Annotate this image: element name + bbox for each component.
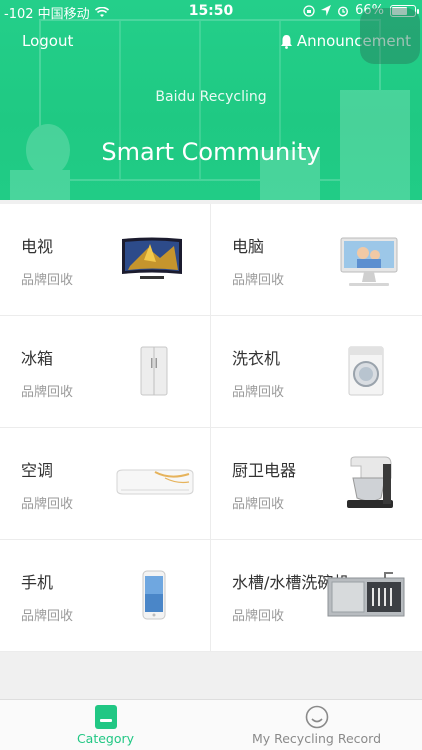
washing-machine-icon (348, 346, 384, 396)
category-subtitle: 品牌回收 (232, 609, 285, 624)
category-item-sink-dishwasher[interactable]: 水槽/水槽洗碗机 品牌回收 (211, 540, 422, 652)
category-item-tv[interactable]: 电视 品牌回收 (0, 204, 211, 316)
location-icon (321, 5, 332, 16)
header-banner: -102 中国移动 15:50 66% Logout Announcement … (0, 0, 422, 200)
category-name: 冰箱 (21, 349, 54, 368)
category-subtitle: 品牌回收 (232, 273, 285, 288)
bell-icon (280, 34, 292, 49)
category-name: 电脑 (232, 237, 265, 256)
category-name: 洗衣机 (232, 349, 281, 368)
category-name: 厨卫电器 (232, 461, 297, 480)
category-item-washing-machine[interactable]: 洗衣机 品牌回收 (211, 316, 422, 428)
tab-label: My Recycling Record (251, 731, 382, 746)
fridge-icon (140, 346, 168, 396)
alarm-icon (338, 5, 349, 17)
stand-mixer-icon (347, 456, 393, 508)
app-screen: -102 中国移动 15:50 66% Logout Announcement … (0, 0, 422, 750)
air-conditioner-icon (116, 469, 194, 495)
category-item-computer[interactable]: 电脑 品牌回收 (211, 204, 422, 316)
tab-label: Category (76, 731, 135, 746)
category-name: 空调 (21, 461, 54, 480)
phone-icon (142, 570, 166, 620)
computer-icon (340, 237, 398, 286)
tab-my-recycling-record[interactable]: My Recycling Record (211, 700, 422, 750)
tv-icon (122, 237, 182, 279)
category-item-air-conditioner[interactable]: 空调 品牌回收 (0, 428, 211, 540)
category-item-phone[interactable]: 手机 品牌回收 (0, 540, 211, 652)
banner-subtitle: Baidu Recycling (155, 89, 267, 105)
category-subtitle: 品牌回收 (21, 609, 74, 624)
sink-dishwasher-icon (327, 572, 405, 617)
category-subtitle: 品牌回收 (232, 497, 285, 512)
category-name: 手机 (21, 573, 54, 592)
category-subtitle: 品牌回收 (21, 385, 74, 400)
category-subtitle: 品牌回收 (21, 273, 74, 288)
category-subtitle: 品牌回收 (21, 497, 74, 512)
category-item-fridge[interactable]: 冰箱 品牌回收 (0, 316, 211, 428)
record-face-icon (305, 705, 328, 729)
category-grid: 电视 品牌回收 电脑 品牌回收 冰箱 品牌回收 洗衣机 品牌回收 空调 品牌回收… (0, 204, 422, 652)
logout-button[interactable]: Logout (22, 32, 73, 50)
category-row: 手机 品牌回收 水槽/水槽洗碗机 品牌回收 (0, 540, 422, 652)
bottom-tab-bar: Category My Recycling Record (0, 699, 422, 750)
category-row: 冰箱 品牌回收 洗衣机 品牌回收 (0, 316, 422, 428)
category-subtitle: 品牌回收 (232, 385, 285, 400)
tab-category[interactable]: Category (0, 700, 211, 750)
category-row: 空调 品牌回收 厨卫电器 品牌回收 (0, 428, 422, 540)
top-action-bar: Logout Announcement (0, 28, 422, 56)
assistive-touch-button[interactable] (360, 8, 420, 64)
status-bar: -102 中国移动 15:50 66% (0, 0, 422, 22)
lock-rotation-icon (303, 4, 315, 17)
category-name: 电视 (21, 237, 54, 256)
category-item-kitchen-appliances[interactable]: 厨卫电器 品牌回收 (211, 428, 422, 540)
category-row: 电视 品牌回收 电脑 品牌回收 (0, 204, 422, 316)
category-icon (94, 705, 117, 729)
banner-title: Smart Community (101, 138, 321, 166)
